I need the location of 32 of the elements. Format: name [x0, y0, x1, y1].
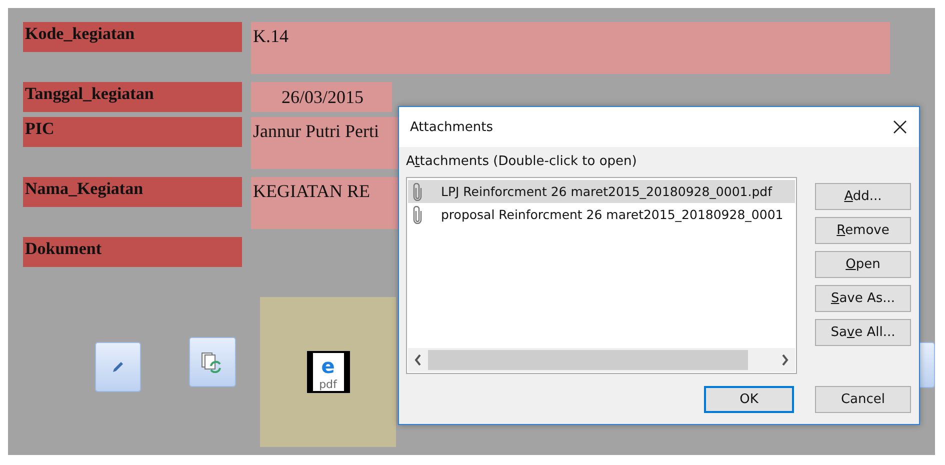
- documents-refresh-icon: [201, 351, 224, 373]
- field-label: Dokument: [23, 237, 242, 267]
- scrollbar-thumb[interactable]: [428, 350, 748, 370]
- list-label: Attachments (Double-click to open): [406, 154, 638, 169]
- remove-button[interactable]: Remove: [815, 217, 911, 244]
- cancel-button[interactable]: Cancel: [815, 386, 911, 413]
- field-label: Tanggal_kegiatan: [23, 82, 242, 112]
- paperclip-icon: [413, 206, 422, 224]
- attachment-list[interactable]: LPJ Reinforcment 26 maret2015_20180928_0001.pdf proposal Reinforcment 26 maret2015_20180928_0001: [406, 177, 797, 374]
- close-icon[interactable]: [893, 120, 907, 134]
- field-label: Nama_Kegiatan: [23, 177, 242, 207]
- attachment-item[interactable]: proposal Reinforcment 26 maret2015_20180928_0001: [408, 203, 795, 226]
- field-value: 26/03/2015: [251, 82, 392, 112]
- field-label: PIC: [23, 117, 242, 147]
- paperclip-icon: [413, 182, 422, 200]
- horizontal-scrollbar[interactable]: [408, 348, 795, 372]
- add-button[interactable]: Add...: [815, 183, 911, 210]
- scroll-left-icon[interactable]: [414, 354, 422, 366]
- pdf-file-icon[interactable]: e pdf: [306, 351, 350, 393]
- file-name: LPJ Reinforcment 26 maret2015_20180928_0001.pdf: [441, 184, 772, 199]
- dialog-title: Attachments: [410, 120, 493, 134]
- field-label: Kode_kegiatan: [23, 22, 242, 52]
- field-value: K.14: [251, 22, 890, 74]
- pencil-icon: [110, 360, 125, 374]
- save-all-button[interactable]: Save All...: [815, 319, 911, 346]
- file-name: proposal Reinforcment 26 maret2015_20180928_0001: [441, 207, 784, 222]
- open-button[interactable]: Open: [815, 251, 911, 278]
- refresh-button[interactable]: [188, 337, 236, 387]
- save-as-button[interactable]: Save As...: [815, 285, 911, 312]
- attachment-item[interactable]: LPJ Reinforcment 26 maret2015_20180928_0001.pdf: [408, 180, 795, 203]
- scroll-right-icon[interactable]: [781, 354, 789, 366]
- ok-button[interactable]: OK: [704, 386, 794, 413]
